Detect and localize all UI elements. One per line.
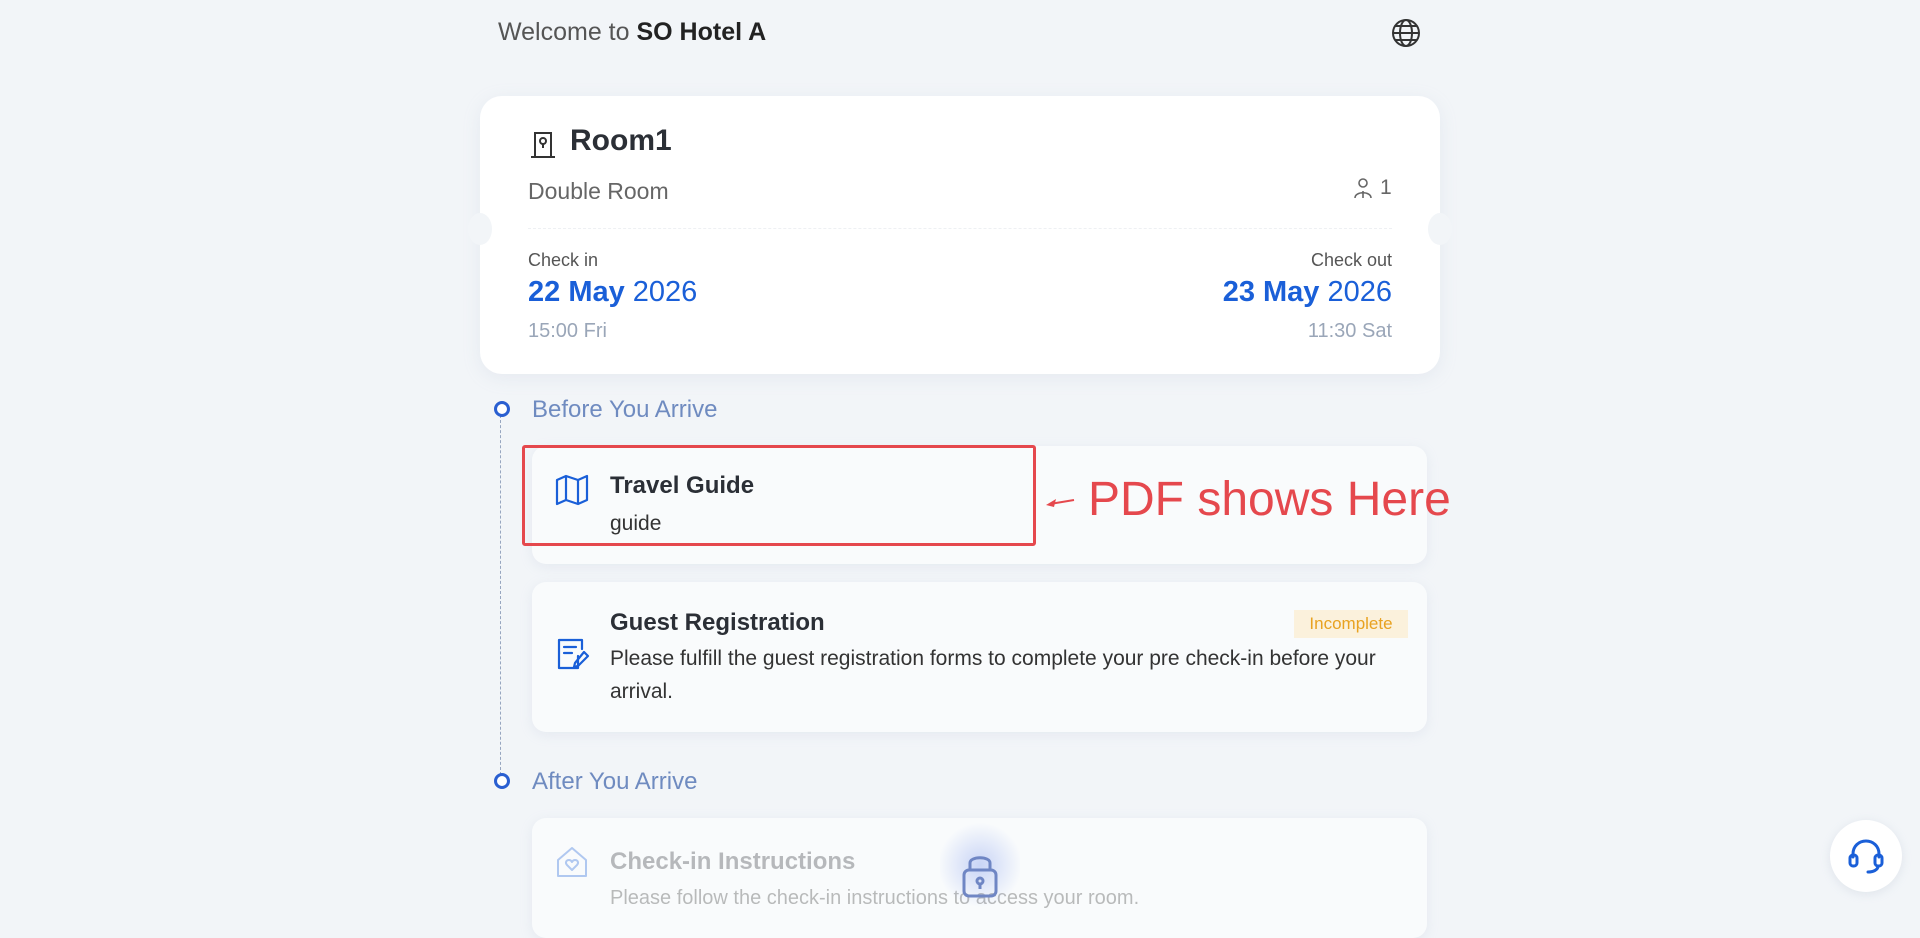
guest-registration-desc: Please fulfill the guest registration fo… bbox=[610, 647, 1376, 703]
guest-registration-title: Guest Registration bbox=[610, 609, 825, 636]
timeline-line bbox=[500, 410, 501, 780]
ticket-notch-right bbox=[1428, 213, 1452, 245]
check-out-label: Check out bbox=[1310, 250, 1392, 270]
annotation-highlight-box bbox=[522, 445, 1036, 546]
guest-icon bbox=[1352, 176, 1374, 200]
check-in-year: 2026 bbox=[632, 276, 698, 308]
check-in-day-month: 22 May bbox=[528, 276, 625, 308]
support-button[interactable] bbox=[1830, 820, 1902, 892]
check-out-day-month: 23 May bbox=[1222, 276, 1320, 308]
welcome-title: Welcome to SO Hotel A bbox=[498, 18, 766, 47]
section-before-title: Before You Arrive bbox=[532, 396, 718, 423]
ticket-notch-left bbox=[468, 213, 492, 245]
globe-icon[interactable] bbox=[1390, 17, 1422, 49]
annotation-arrow-icon bbox=[1044, 494, 1076, 510]
check-in-date: 22 May 2026 bbox=[528, 276, 697, 309]
status-badge: Incomplete bbox=[1294, 610, 1408, 638]
check-in-time: 15:00 Fri bbox=[528, 320, 607, 342]
room-name: Room1 bbox=[570, 124, 672, 157]
section-after-title: After You Arrive bbox=[532, 768, 698, 795]
lock-icon bbox=[958, 850, 1002, 900]
headset-icon bbox=[1848, 839, 1884, 874]
door-icon bbox=[528, 130, 558, 160]
guest-count: 1 bbox=[1380, 176, 1392, 199]
timeline-dot-after bbox=[494, 773, 510, 789]
check-in-label: Check in bbox=[528, 250, 599, 270]
timeline-dot-before bbox=[494, 401, 510, 417]
check-out-date: 23 May 2026 bbox=[1223, 276, 1392, 309]
form-edit-icon bbox=[554, 636, 590, 672]
room-type: Double Room bbox=[528, 178, 669, 204]
welcome-prefix: Welcome to bbox=[498, 18, 630, 46]
house-heart-icon bbox=[554, 844, 590, 880]
hotel-name: SO Hotel A bbox=[636, 18, 767, 46]
ticket-divider bbox=[528, 228, 1392, 229]
check-out-time: 11:30 Sat bbox=[1307, 320, 1392, 342]
annotation-text: PDF shows Here bbox=[1088, 473, 1451, 526]
check-out-year: 2026 bbox=[1327, 276, 1392, 308]
